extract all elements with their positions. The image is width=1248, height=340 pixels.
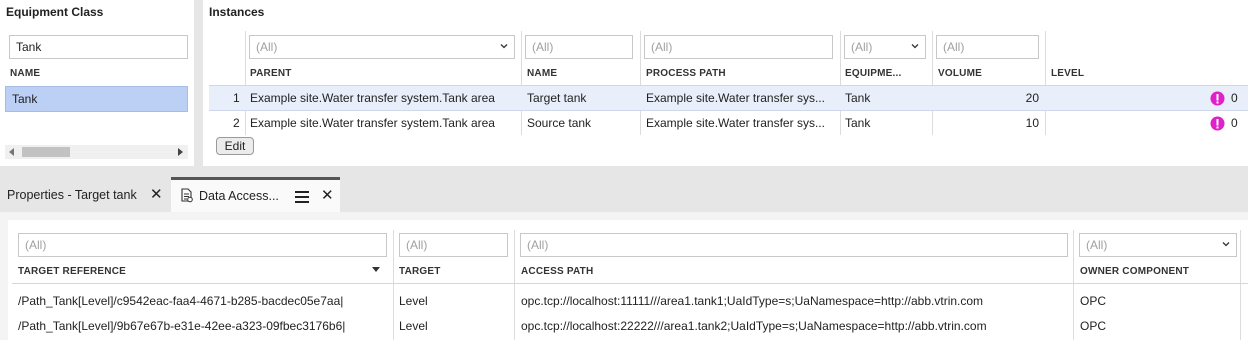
data-access-panel: (All) (All) (All) (All) TARGET REFERENCE… xyxy=(0,212,1248,340)
cell-volume: 20 xyxy=(1025,91,1039,105)
sort-descending-icon[interactable] xyxy=(372,267,380,273)
parent-filter-value: (All) xyxy=(256,40,278,54)
header-parent[interactable]: PARENT xyxy=(250,68,292,79)
header-process-path[interactable]: PROCESS PATH xyxy=(646,68,726,79)
owner-component-filter-value: (All) xyxy=(1086,238,1108,252)
cell-parent: Example site.Water transfer system.Tank … xyxy=(250,116,495,130)
cell-target: Level xyxy=(399,319,428,333)
cell-access-path: opc.tcp://localhost:22222///area1.tank2;… xyxy=(521,319,987,333)
equipment-filter[interactable]: (All) xyxy=(844,35,926,59)
cell-target-reference: /Path_Tank[Level]/9b67e67b-e31e-42ee-a32… xyxy=(18,319,346,333)
data-access-grid: (All) (All) (All) (All) TARGET REFERENCE… xyxy=(8,220,1248,340)
tab-properties[interactable]: Properties - Target tank ✕ xyxy=(0,177,170,213)
process-path-filter[interactable]: (All) xyxy=(644,35,833,59)
tab-properties-label: Properties - Target tank xyxy=(7,188,137,202)
tab-data-access-label: Data Access... xyxy=(199,189,279,203)
cell-parent: Example site.Water transfer system.Tank … xyxy=(250,91,495,105)
equipment-class-item[interactable]: Tank xyxy=(5,86,188,112)
access-path-filter[interactable]: (All) xyxy=(520,233,1068,257)
header-divider xyxy=(12,283,1248,284)
data-access-icon xyxy=(181,188,193,203)
alert-icon xyxy=(1210,91,1225,106)
header-target[interactable]: TARGET xyxy=(399,266,441,277)
cell-process-path: Example site.Water transfer sys... xyxy=(646,91,825,105)
header-volume[interactable]: VOLUME xyxy=(938,68,982,79)
header-target-reference[interactable]: TARGET REFERENCE xyxy=(18,266,126,277)
instances-title: Instances xyxy=(209,5,265,19)
equipment-class-filter[interactable]: Tank xyxy=(9,35,188,59)
cell-level: 0 xyxy=(1231,116,1238,130)
table-row[interactable]: /Path_Tank[Level]/9b67e67b-e31e-42ee-a32… xyxy=(8,314,1248,339)
chevron-down-icon xyxy=(500,44,508,49)
instances-panel: Instances (All) (All) (All) (All) (All) … xyxy=(203,0,1248,166)
cell-owner-component: OPC xyxy=(1080,294,1107,308)
cell-owner-component: OPC xyxy=(1080,319,1107,333)
tab-data-access[interactable]: Data Access... ✕ xyxy=(171,177,340,213)
equipment-class-title: Equipment Class xyxy=(6,5,104,19)
cell-target: Level xyxy=(399,294,428,308)
equipment-class-panel: Equipment Class Tank NAME Tank xyxy=(0,0,194,166)
cell-process-path: Example site.Water transfer sys... xyxy=(646,116,825,130)
close-icon[interactable]: ✕ xyxy=(150,185,163,203)
cell-equipment: Tank xyxy=(845,91,871,105)
target-reference-filter[interactable]: (All) xyxy=(18,233,387,257)
equipment-class-name-header[interactable]: NAME xyxy=(10,68,40,79)
parent-filter[interactable]: (All) xyxy=(249,35,515,59)
scrollbar-thumb[interactable] xyxy=(22,147,70,157)
row-number: 1 xyxy=(233,91,240,105)
chevron-down-icon xyxy=(1222,242,1230,247)
equipment-class-item-label: Tank xyxy=(12,92,38,106)
scroll-left-icon[interactable] xyxy=(9,148,15,156)
volume-filter[interactable]: (All) xyxy=(936,35,1039,59)
table-row[interactable]: 1 Example site.Water transfer system.Tan… xyxy=(209,86,1248,111)
cell-access-path: opc.tcp://localhost:11111///area1.tank1;… xyxy=(521,294,984,308)
scroll-right-icon[interactable] xyxy=(177,148,183,156)
alert-icon xyxy=(1210,116,1225,131)
header-owner-component[interactable]: OWNER COMPONENT xyxy=(1080,266,1189,277)
close-icon[interactable]: ✕ xyxy=(321,186,334,204)
header-equipment[interactable]: EQUIPME... xyxy=(845,68,901,79)
menu-icon[interactable] xyxy=(295,191,309,203)
table-row[interactable]: 2 Example site.Water transfer system.Tan… xyxy=(209,111,1248,136)
cell-equipment: Tank xyxy=(845,116,871,130)
cell-name: Target tank xyxy=(527,91,587,105)
horizontal-scrollbar[interactable] xyxy=(5,145,188,159)
owner-component-filter[interactable]: (All) xyxy=(1079,233,1237,257)
target-filter[interactable]: (All) xyxy=(399,233,508,257)
edit-button[interactable]: Edit xyxy=(216,137,254,155)
row-number: 2 xyxy=(233,116,240,130)
cell-target-reference: /Path_Tank[Level]/c9542eac-faa4-4671-b28… xyxy=(18,294,344,308)
cell-name: Source tank xyxy=(527,116,592,130)
chevron-down-icon xyxy=(911,44,919,49)
header-access-path[interactable]: ACCESS PATH xyxy=(521,266,593,277)
cell-level: 0 xyxy=(1231,91,1238,105)
header-name[interactable]: NAME xyxy=(527,68,557,79)
header-level[interactable]: LEVEL xyxy=(1051,68,1084,79)
equipment-filter-value: (All) xyxy=(851,40,873,54)
name-filter[interactable]: (All) xyxy=(525,35,633,59)
table-row[interactable]: /Path_Tank[Level]/c9542eac-faa4-4671-b28… xyxy=(8,289,1248,314)
cell-volume: 10 xyxy=(1025,116,1039,130)
